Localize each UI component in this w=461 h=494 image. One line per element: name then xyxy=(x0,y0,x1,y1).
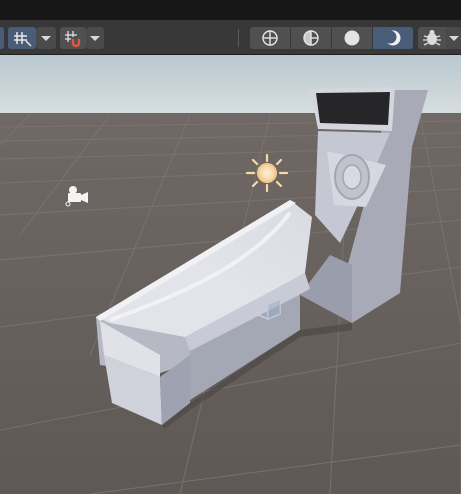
debug-button[interactable] xyxy=(418,27,446,49)
lit-shading-button[interactable] xyxy=(373,27,413,49)
increment-snap-dropdown[interactable] xyxy=(86,27,104,49)
lit-shading-icon xyxy=(383,30,401,46)
toolbar-separator xyxy=(238,29,239,47)
chevron-down-icon xyxy=(90,36,100,41)
shaded-wireframe-icon xyxy=(303,30,319,46)
window-top-strip xyxy=(0,0,461,20)
grid-snap-dropdown[interactable] xyxy=(36,27,56,49)
increment-snap-button[interactable] xyxy=(60,27,86,49)
chevron-down-icon xyxy=(449,36,459,41)
grid-snap-button[interactable] xyxy=(8,27,36,49)
reflection-probe-icon[interactable] xyxy=(252,291,284,327)
wireframe-shading-button[interactable] xyxy=(250,27,290,49)
wireframe-shading-icon xyxy=(262,30,278,46)
directional-light-icon[interactable] xyxy=(244,153,290,197)
scene-toolbar xyxy=(0,20,461,55)
chevron-down-icon xyxy=(41,36,51,41)
grid-snap-icon xyxy=(14,32,32,47)
unlit-shading-icon xyxy=(344,30,360,46)
debug-dropdown[interactable] xyxy=(446,27,461,49)
tool-button-partial[interactable] xyxy=(0,27,4,49)
increment-snap-icon xyxy=(65,31,81,48)
scene-viewport[interactable] xyxy=(0,55,461,494)
shaded-wireframe-button[interactable] xyxy=(291,27,331,49)
unlit-shading-button[interactable] xyxy=(332,27,372,49)
scene-render xyxy=(0,55,461,494)
camera-icon[interactable] xyxy=(63,184,91,212)
debug-bug-icon xyxy=(423,30,441,46)
